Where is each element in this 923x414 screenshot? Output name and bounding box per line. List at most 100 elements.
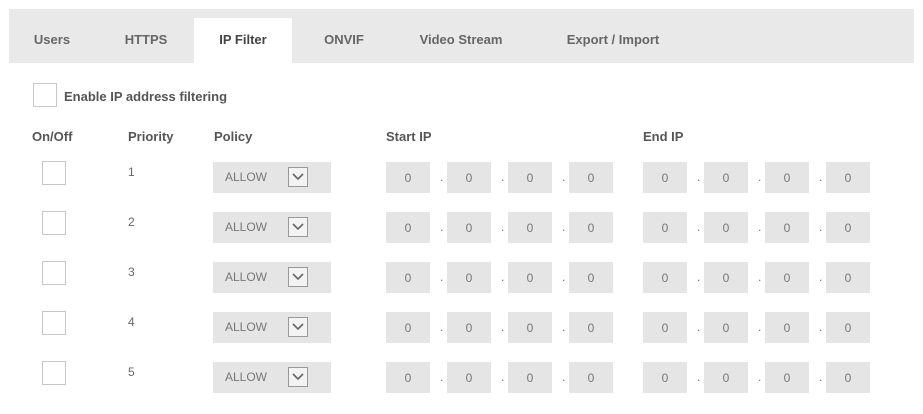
- filter-row-3: 3 ALLOW......: [9, 261, 914, 311]
- policy-value: ALLOW: [225, 220, 268, 234]
- end-ip-octet-4[interactable]: [826, 162, 870, 193]
- row-enable-checkbox[interactable]: [42, 361, 66, 385]
- end-ip-octet-2[interactable]: [704, 362, 748, 393]
- priority-value: 1: [128, 165, 135, 179]
- start-ip-octet-1[interactable]: [386, 212, 430, 243]
- end-ip-octet-3[interactable]: [765, 312, 809, 343]
- priority-value: 4: [128, 315, 135, 329]
- start-ip-octet-3[interactable]: [508, 262, 552, 293]
- policy-select[interactable]: ALLOW: [213, 362, 331, 393]
- start-ip-octet-2[interactable]: [447, 162, 491, 193]
- end-ip-octet-1[interactable]: [643, 162, 687, 193]
- end-ip-octet-3[interactable]: [765, 212, 809, 243]
- filter-row-2: 2 ALLOW......: [9, 211, 914, 261]
- priority-value: 3: [128, 265, 135, 279]
- octet-separator: .: [819, 320, 823, 334]
- enable-ip-filter-label: Enable IP address filtering: [64, 89, 228, 104]
- end-ip-octet-2[interactable]: [704, 212, 748, 243]
- end-ip-octet-2[interactable]: [704, 262, 748, 293]
- octet-separator: .: [562, 370, 566, 384]
- header-start-ip: Start IP: [386, 129, 432, 144]
- chevron-down-icon[interactable]: [288, 317, 308, 337]
- start-ip-octet-4[interactable]: [569, 262, 613, 293]
- end-ip-octet-3[interactable]: [765, 362, 809, 393]
- end-ip-octet-1[interactable]: [643, 212, 687, 243]
- filter-row-4: 4 ALLOW......: [9, 311, 914, 361]
- policy-select[interactable]: ALLOW: [213, 162, 331, 193]
- octet-separator: .: [440, 370, 444, 384]
- octet-separator: .: [501, 170, 505, 184]
- tab-https[interactable]: HTTPS: [116, 20, 176, 63]
- end-ip-octet-1[interactable]: [643, 362, 687, 393]
- start-ip-octet-4[interactable]: [569, 212, 613, 243]
- chevron-down-icon[interactable]: [288, 267, 308, 287]
- octet-separator: .: [758, 370, 762, 384]
- end-ip-octet-1[interactable]: [643, 262, 687, 293]
- start-ip-octet-1[interactable]: [386, 312, 430, 343]
- end-ip-octet-1[interactable]: [643, 312, 687, 343]
- policy-select[interactable]: ALLOW: [213, 212, 331, 243]
- policy-value: ALLOW: [225, 370, 268, 384]
- octet-separator: .: [819, 220, 823, 234]
- row-enable-checkbox[interactable]: [42, 311, 66, 335]
- policy-select[interactable]: ALLOW: [213, 262, 331, 293]
- start-ip-octet-3[interactable]: [508, 312, 552, 343]
- end-ip-octet-3[interactable]: [765, 162, 809, 193]
- octet-separator: .: [501, 220, 505, 234]
- octet-separator: .: [440, 320, 444, 334]
- start-ip-octet-1[interactable]: [386, 162, 430, 193]
- end-ip-octet-2[interactable]: [704, 162, 748, 193]
- priority-value: 5: [128, 365, 135, 379]
- start-ip-octet-4[interactable]: [569, 162, 613, 193]
- start-ip-octet-4[interactable]: [569, 362, 613, 393]
- start-ip-octet-3[interactable]: [508, 162, 552, 193]
- octet-separator: .: [758, 220, 762, 234]
- tab-onvif[interactable]: ONVIF: [314, 20, 374, 63]
- end-ip-octet-4[interactable]: [826, 212, 870, 243]
- octet-separator: .: [562, 320, 566, 334]
- tab-export-import[interactable]: Export / Import: [554, 20, 672, 63]
- end-ip-octet-4[interactable]: [826, 362, 870, 393]
- octet-separator: .: [758, 170, 762, 184]
- row-enable-checkbox[interactable]: [42, 161, 66, 185]
- end-ip-octet-4[interactable]: [826, 262, 870, 293]
- start-ip-octet-3[interactable]: [508, 362, 552, 393]
- policy-value: ALLOW: [225, 170, 268, 184]
- start-ip-octet-3[interactable]: [508, 212, 552, 243]
- octet-separator: .: [440, 220, 444, 234]
- octet-separator: .: [440, 270, 444, 284]
- start-ip-octet-1[interactable]: [386, 262, 430, 293]
- end-ip-octet-2[interactable]: [704, 312, 748, 343]
- tab-ip-filter[interactable]: IP Filter: [194, 18, 292, 63]
- chevron-down-icon[interactable]: [288, 167, 308, 187]
- start-ip-octet-4[interactable]: [569, 312, 613, 343]
- octet-separator: .: [758, 270, 762, 284]
- octet-separator: .: [697, 320, 701, 334]
- tab-video-stream[interactable]: Video Stream: [406, 20, 516, 63]
- octet-separator: .: [697, 170, 701, 184]
- octet-separator: .: [819, 370, 823, 384]
- octet-separator: .: [697, 370, 701, 384]
- octet-separator: .: [562, 170, 566, 184]
- policy-select[interactable]: ALLOW: [213, 312, 331, 343]
- policy-value: ALLOW: [225, 270, 268, 284]
- octet-separator: .: [697, 220, 701, 234]
- enable-ip-filter-checkbox[interactable]: [33, 83, 57, 107]
- octet-separator: .: [501, 320, 505, 334]
- end-ip-octet-3[interactable]: [765, 262, 809, 293]
- end-ip-octet-4[interactable]: [826, 312, 870, 343]
- start-ip-octet-1[interactable]: [386, 362, 430, 393]
- start-ip-octet-2[interactable]: [447, 312, 491, 343]
- chevron-down-icon[interactable]: [288, 367, 308, 387]
- row-enable-checkbox[interactable]: [42, 211, 66, 235]
- tab-users[interactable]: Users: [22, 20, 82, 63]
- start-ip-octet-2[interactable]: [447, 362, 491, 393]
- row-enable-checkbox[interactable]: [42, 261, 66, 285]
- filter-row-1: 1 ALLOW......: [9, 161, 914, 211]
- chevron-down-icon[interactable]: [288, 217, 308, 237]
- start-ip-octet-2[interactable]: [447, 212, 491, 243]
- octet-separator: .: [501, 370, 505, 384]
- octet-separator: .: [562, 270, 566, 284]
- policy-value: ALLOW: [225, 320, 268, 334]
- start-ip-octet-2[interactable]: [447, 262, 491, 293]
